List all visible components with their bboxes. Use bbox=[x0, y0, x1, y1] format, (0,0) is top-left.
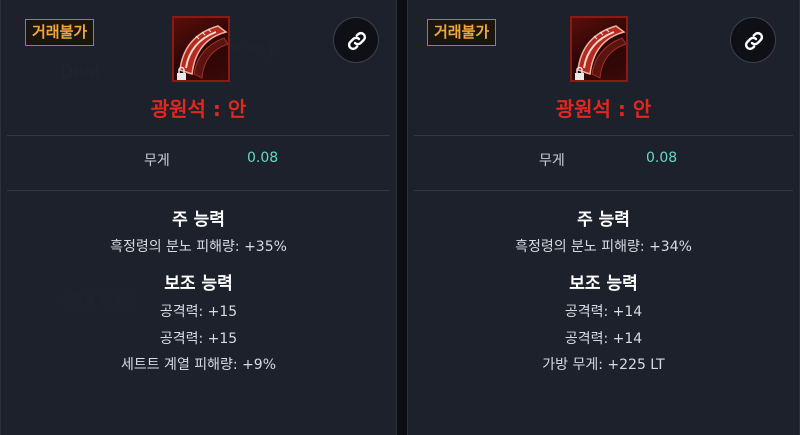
main-ability-title: 주 능력 bbox=[172, 210, 225, 230]
divider bbox=[7, 190, 390, 191]
sub-ability-stat: 공격력: +14 bbox=[564, 331, 643, 347]
link-icon bbox=[347, 31, 367, 51]
item-tooltip-left: 거래불가 광원석 : 안 무게 0.08 주 능력 흑정령의 분노 피해량: +… bbox=[0, 0, 397, 435]
sub-ability-stat: 공격력: +15 bbox=[159, 331, 238, 347]
weight-row: 무게 0.08 bbox=[1, 150, 396, 170]
main-ability-stat: 흑정령의 분노 피해량: +35% bbox=[110, 239, 287, 255]
item-name: 광원석 : 안 bbox=[555, 97, 652, 121]
lock-icon bbox=[177, 66, 186, 80]
sub-ability-title: 보조 능력 bbox=[569, 274, 638, 294]
sub-ability-stat: 공격력: +14 bbox=[564, 304, 643, 320]
link-button[interactable] bbox=[730, 17, 776, 63]
divider bbox=[414, 190, 793, 191]
red-crystal-shard-icon bbox=[172, 16, 230, 82]
weight-label: 무게 bbox=[539, 153, 565, 169]
sub-ability-stat: 가방 무게: +225 LT bbox=[542, 357, 665, 373]
main-ability-title: 주 능력 bbox=[577, 210, 630, 230]
weight-row: 무게 0.08 bbox=[408, 150, 799, 170]
link-button[interactable] bbox=[333, 17, 379, 63]
item-tooltip-right: 거래불가 광원석 : 안 무게 0.08 주 능력 흑정령의 분노 피해량: +… bbox=[407, 0, 800, 435]
divider bbox=[414, 135, 793, 136]
untradeable-badge: 거래불가 bbox=[25, 19, 95, 46]
untradeable-badge: 거래불가 bbox=[427, 19, 497, 46]
item-name: 광원석 : 안 bbox=[150, 97, 247, 121]
divider bbox=[7, 135, 390, 136]
lock-icon bbox=[575, 66, 584, 80]
weight-value: 0.08 bbox=[247, 150, 279, 166]
panel-gap bbox=[397, 0, 407, 435]
sub-ability-stat: 공격력: +15 bbox=[159, 304, 238, 320]
weight-label: 무게 bbox=[144, 153, 170, 169]
link-icon bbox=[744, 31, 764, 51]
red-crystal-shard-icon bbox=[570, 16, 628, 82]
weight-value: 0.08 bbox=[646, 150, 678, 166]
main-ability-stat: 흑정령의 분노 피해량: +34% bbox=[515, 239, 692, 255]
sub-ability-stat: 세트트 계열 피해량: +9% bbox=[120, 357, 277, 373]
sub-ability-title: 보조 능력 bbox=[164, 274, 233, 294]
